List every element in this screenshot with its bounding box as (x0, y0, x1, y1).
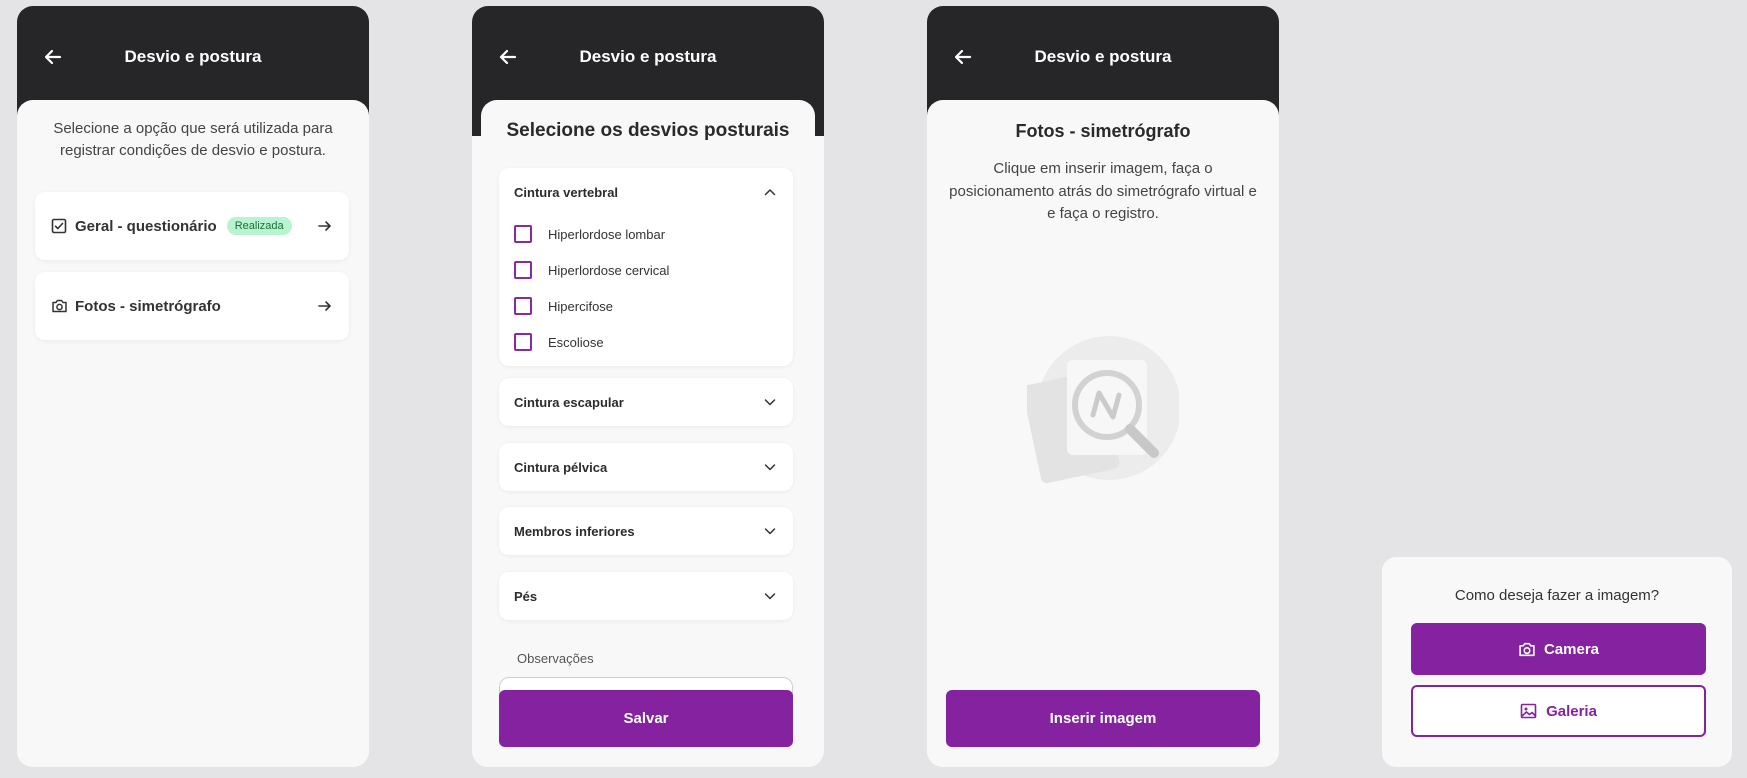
screen-photos-symmetrograph: Desvio e postura Fotos - simetrógrafo Cl… (927, 6, 1279, 767)
arrow-right-icon (317, 217, 335, 235)
observations-label: Observações (517, 651, 594, 666)
accordion-title: Membros inferiores (514, 523, 635, 539)
arrow-left-icon (954, 49, 972, 65)
camera-button[interactable]: Camera (1411, 623, 1706, 675)
chevron-down-icon (763, 460, 777, 474)
sheet-title: Fotos - simetrógrafo (1015, 121, 1191, 141)
camera-icon (1518, 640, 1536, 658)
accordion-header[interactable]: Cintura pélvica (499, 443, 793, 491)
checkbox-label: Escoliose (548, 334, 604, 350)
camera-icon (51, 297, 69, 315)
checkbox-icon (51, 217, 69, 235)
header-title: Desvio e postura (1034, 47, 1172, 66)
checkbox[interactable] (514, 225, 532, 243)
chevron-down-icon (763, 524, 777, 538)
accordion-title: Cintura vertebral (514, 184, 619, 200)
accordion-cintura-escapular: Cintura escapular (499, 378, 793, 426)
accordion-membros-inferiores: Membros inferiores (499, 507, 793, 555)
image-search-illustration (1027, 336, 1179, 484)
intro-text: Selecione a opção que será utilizada par… (53, 120, 333, 159)
header-title: Desvio e postura (579, 47, 717, 66)
accordion-title: Cintura escapular (514, 394, 624, 410)
accordion-pes: Pés (499, 572, 793, 620)
image-icon (1520, 702, 1538, 720)
accordion-cintura-pelvica: Cintura pélvica (499, 443, 793, 491)
instructions-text: Clique em inserir imagem, faça o posicio… (949, 160, 1257, 222)
insert-image-button[interactable]: Inserir imagem (946, 690, 1260, 747)
content-sheet: Selecione a opção que será utilizada par… (17, 100, 369, 767)
option-geral-questionario[interactable]: Geral - questionário Realizada (35, 192, 349, 260)
accordion-header[interactable]: Cintura escapular (499, 378, 793, 426)
gallery-label: Galeria (1546, 702, 1597, 720)
chevron-down-icon (763, 395, 777, 409)
gallery-button[interactable]: Galeria (1411, 685, 1706, 737)
back-button[interactable] (41, 45, 65, 69)
option-label: Geral - questionário (75, 217, 217, 235)
header-title: Desvio e postura (124, 47, 262, 66)
accordion-header[interactable]: Cintura vertebral (499, 168, 793, 216)
accordion-cintura-vertebral: Cintura vertebral Hiperlordose lombar Hi… (499, 168, 793, 366)
checkbox[interactable] (514, 261, 532, 279)
save-button[interactable]: Salvar (499, 690, 793, 747)
checkbox-hiperlordose-lombar[interactable]: Hiperlordose lombar (499, 216, 793, 252)
chevron-down-icon (763, 589, 777, 603)
checkbox-label: Hiperlordose lombar (548, 226, 666, 242)
arrow-right-icon (317, 297, 335, 315)
checkbox[interactable] (514, 297, 532, 315)
checkbox-hipercifose[interactable]: Hipercifose (499, 288, 793, 324)
option-fotos-simetrografo[interactable]: Fotos - simetrógrafo (35, 272, 349, 340)
status-badge: Realizada (226, 217, 292, 235)
checkbox-label: Hipercifose (548, 298, 614, 314)
sheet-title: Selecione os desvios posturais (506, 120, 790, 141)
back-button[interactable] (951, 45, 975, 69)
accordion-title: Cintura pélvica (514, 459, 608, 475)
checkbox-hiperlordose-cervical[interactable]: Hiperlordose cervical (499, 252, 793, 288)
accordion-title: Pés (514, 588, 538, 604)
checkbox-label: Hiperlordose cervical (548, 262, 670, 278)
sheet-question: Como deseja fazer a imagem? (1454, 587, 1660, 604)
screen-postural-deviations: Desvio e postura Selecione os desvios po… (472, 6, 824, 767)
back-button[interactable] (496, 45, 520, 69)
image-source-sheet: Como deseja fazer a imagem? Camera Galer… (1382, 557, 1732, 767)
arrow-left-icon (44, 49, 62, 65)
arrow-left-icon (499, 49, 517, 65)
accordion-header[interactable]: Membros inferiores (499, 507, 793, 555)
checkbox[interactable] (514, 333, 532, 351)
option-label: Fotos - simetrógrafo (75, 297, 221, 315)
accordion-header[interactable]: Pés (499, 572, 793, 620)
camera-label: Camera (1543, 640, 1600, 658)
chevron-up-icon (763, 185, 777, 199)
screen-option-select: Desvio e postura Selecione a opção que s… (17, 6, 369, 767)
checkbox-escoliose[interactable]: Escoliose (499, 324, 793, 360)
